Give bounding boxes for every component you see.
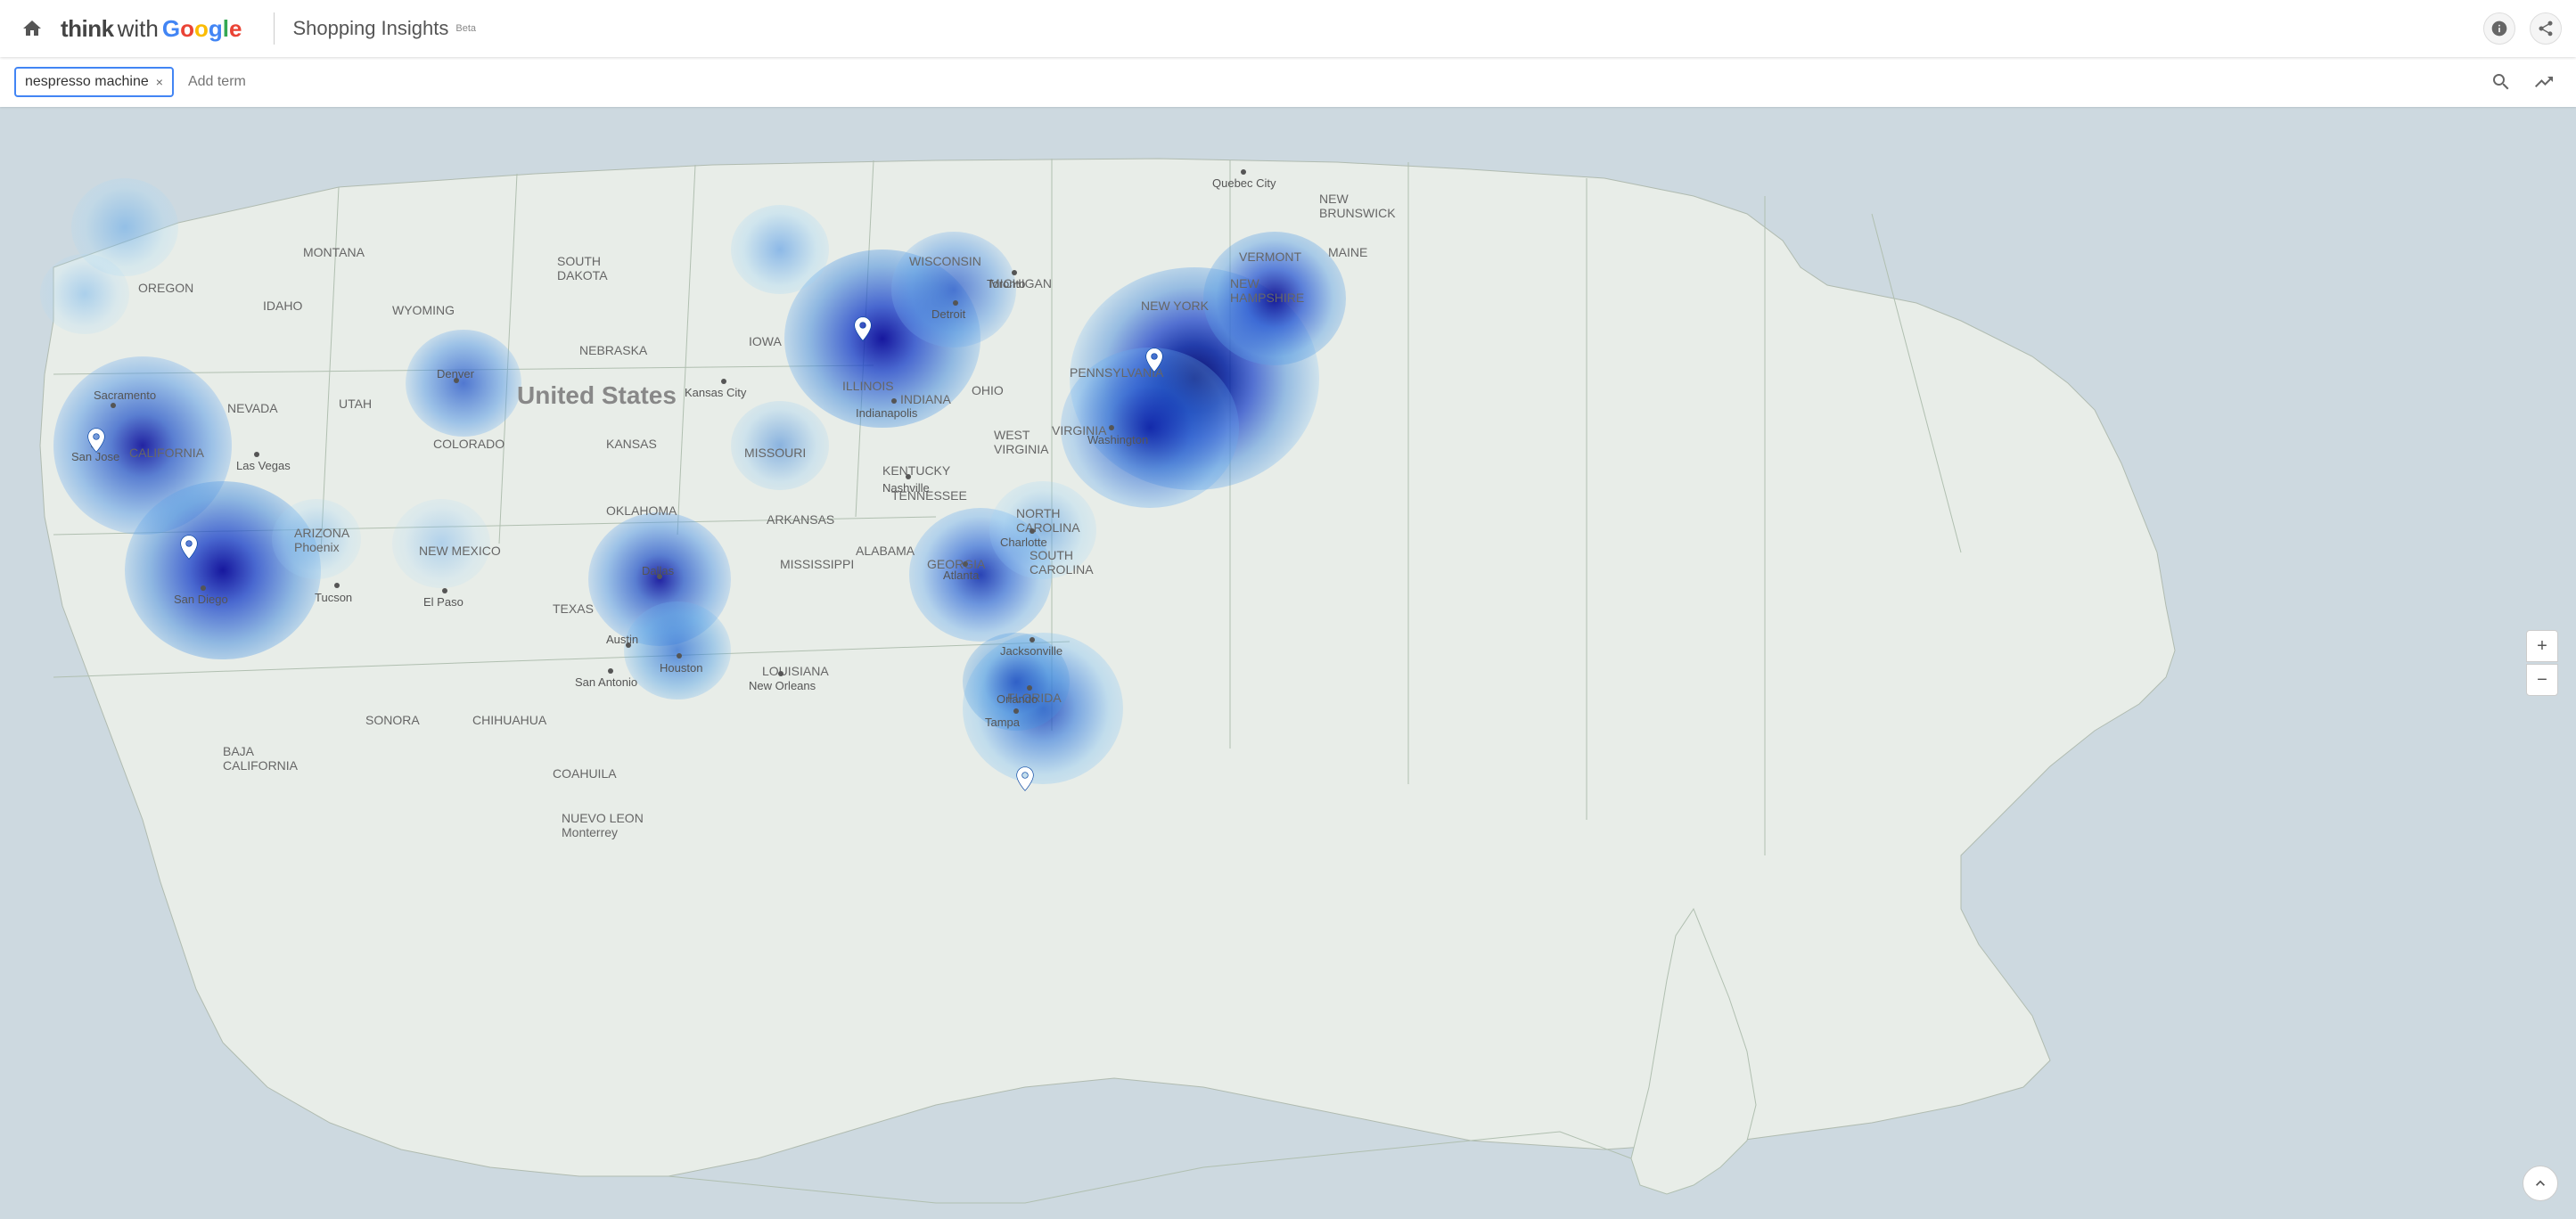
home-button[interactable] — [14, 11, 50, 46]
city-dot-dallas — [657, 574, 662, 579]
search-term-chip: nespresso machine × — [14, 67, 174, 97]
zoom-controls: + − — [2526, 630, 2558, 696]
city-dot-indianapolis — [891, 398, 897, 404]
city-dot-toronto — [1012, 270, 1017, 275]
share-button[interactable] — [2530, 12, 2562, 45]
search-button[interactable] — [2483, 64, 2519, 100]
header: think with Google Shopping Insights Beta — [0, 0, 2576, 57]
city-dot-sacramento — [111, 403, 116, 408]
logo-with: with — [118, 15, 159, 43]
logo-google: Google — [162, 15, 242, 43]
city-dot-washington — [1109, 425, 1114, 430]
beta-badge: Beta — [455, 23, 476, 34]
city-dot-austin — [626, 642, 631, 648]
city-dot-charlotte — [1030, 528, 1035, 534]
logo-think: think — [61, 15, 114, 43]
logo: think with Google — [61, 15, 242, 43]
city-dot-new-orleans — [778, 671, 783, 676]
search-bar: nespresso machine × — [0, 57, 2576, 107]
add-term-input[interactable] — [181, 69, 2476, 95]
zoom-out-button[interactable]: − — [2526, 664, 2558, 696]
city-dot-tampa — [1013, 708, 1019, 714]
city-dot-quebec — [1241, 169, 1246, 175]
zoom-in-button[interactable]: + — [2526, 630, 2558, 662]
city-dot-nashville — [906, 474, 911, 479]
search-term-text: nespresso machine — [25, 74, 149, 90]
city-dot-san-jose — [91, 443, 96, 448]
city-dot-atlanta — [963, 561, 968, 567]
city-dot-detroit — [953, 300, 958, 306]
city-dot-las-vegas — [254, 452, 259, 457]
city-dot-jacksonville — [1030, 637, 1035, 642]
trend-button[interactable] — [2526, 64, 2562, 100]
city-dot-san-diego — [201, 585, 206, 591]
app-title: Shopping Insights — [292, 17, 448, 40]
info-button[interactable] — [2483, 12, 2515, 45]
scroll-up-button[interactable] — [2523, 1166, 2558, 1201]
city-dot-denver — [454, 378, 459, 383]
city-dot-san-antonio — [608, 668, 613, 674]
city-dot-el-paso — [442, 588, 447, 593]
map-container[interactable]: MONTANA OREGON IDAHO WYOMING SOUTHDAKOTA… — [0, 107, 2576, 1219]
city-dot-orlando — [1027, 685, 1032, 691]
city-dot-kansas-city — [721, 379, 726, 384]
city-dot-tucson — [334, 583, 340, 588]
city-dot-houston — [677, 653, 682, 659]
header-actions — [2483, 12, 2562, 45]
search-term-close-button[interactable]: × — [156, 76, 163, 88]
header-divider — [274, 12, 275, 45]
